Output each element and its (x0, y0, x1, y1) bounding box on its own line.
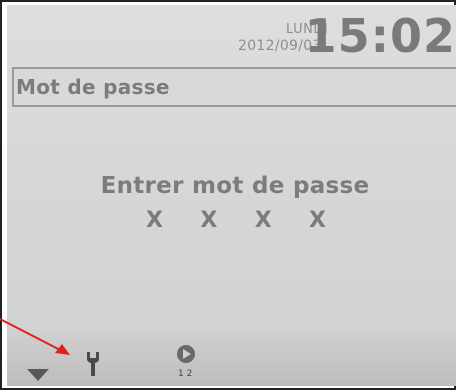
password-char: X (200, 208, 218, 233)
password-prompt: Entrer mot de passe (100, 173, 370, 199)
annotation-arrow-icon (0, 318, 70, 355)
play-icon[interactable]: 1 2 (172, 342, 200, 378)
password-char: X (254, 208, 272, 233)
wrench-icon[interactable] (85, 352, 101, 376)
time-label: 15:02 (304, 9, 456, 63)
password-char: X (309, 208, 326, 233)
page-indicator: 1 2 (178, 369, 192, 378)
title-bar: Mot de passe (12, 67, 456, 107)
password-input[interactable]: X X X X (146, 208, 326, 233)
arrow-down-icon[interactable] (27, 369, 49, 381)
screen-title: Mot de passe (16, 75, 170, 99)
password-char: X (146, 208, 163, 233)
